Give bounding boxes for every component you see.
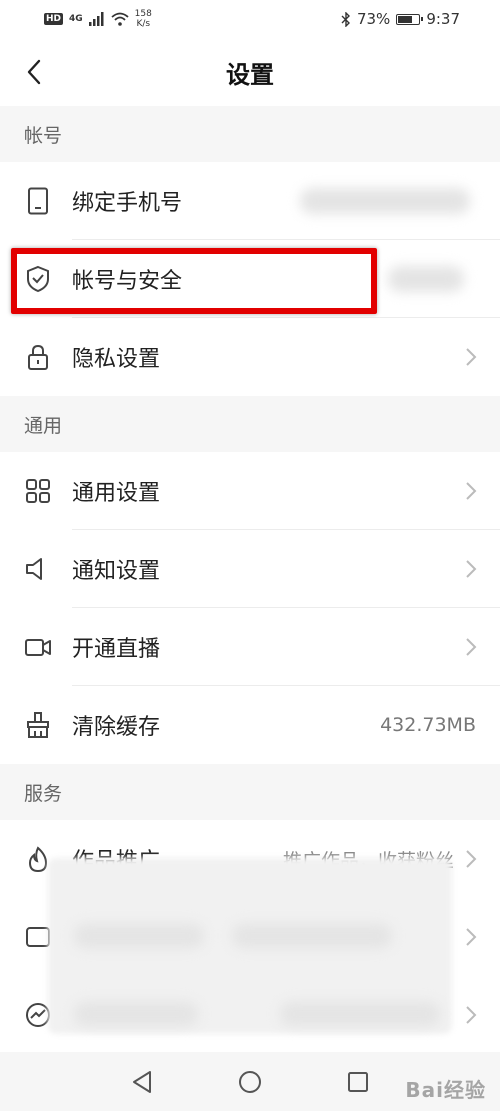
row-label: 通用设置 <box>72 481 161 506</box>
blurred-phone-number <box>300 188 470 214</box>
settings-row-privacy[interactable]: 隐私设置 <box>0 318 500 396</box>
triangle-back-icon <box>133 1070 151 1093</box>
back-button[interactable] <box>14 52 54 92</box>
title-bar: 设置 <box>0 38 500 106</box>
highlight-box <box>11 248 377 314</box>
watermark: Bai经验 <box>405 1078 486 1102</box>
video-camera-icon <box>24 633 52 661</box>
row-label: 清除缓存 <box>72 715 161 740</box>
status-bar: HD 4G 158 K/s 73% 9:37 <box>0 0 500 38</box>
blurred-security-status <box>388 266 464 292</box>
row-label: 通知设置 <box>72 559 161 584</box>
chevron-left-icon <box>27 59 41 85</box>
lock-icon <box>24 343 52 371</box>
page-title: 设置 <box>226 60 274 89</box>
circle-home-icon <box>239 1070 261 1093</box>
status-left: HD 4G 158 K/s <box>44 9 152 29</box>
chevron-right-icon <box>466 348 477 366</box>
network-speed: 158 K/s <box>135 9 152 29</box>
battery-icon <box>396 13 424 25</box>
settings-row-clear-cache[interactable]: 清除缓存 432.73MB <box>0 686 500 764</box>
grid-icon <box>24 477 52 505</box>
row-label: 开通直播 <box>72 637 161 662</box>
wifi-icon <box>111 12 129 26</box>
chevron-right-icon <box>466 850 477 868</box>
phone-icon <box>24 187 52 215</box>
nav-home-button[interactable] <box>232 1064 268 1100</box>
chevron-right-icon <box>466 560 477 578</box>
battery-fill <box>398 15 413 23</box>
square-recents-icon <box>348 1071 368 1092</box>
clock: 9:37 <box>426 10 460 28</box>
hd-badge: HD <box>44 13 64 25</box>
blurred-text <box>280 1002 440 1026</box>
battery-percent: 73% <box>356 10 391 28</box>
signal-icon <box>88 12 104 26</box>
section-header-account: 帐号 <box>0 106 500 162</box>
settings-row-live-stream[interactable]: 开通直播 <box>0 608 500 686</box>
section-header-general: 通用 <box>0 396 500 452</box>
section-header-services: 服务 <box>0 764 500 820</box>
row-label: 绑定手机号 <box>72 191 183 216</box>
blurred-text <box>74 924 204 948</box>
network-type: 4G <box>69 14 83 24</box>
speed-unit: K/s <box>136 19 151 29</box>
nav-recents-button[interactable] <box>340 1064 376 1100</box>
blurred-text <box>232 924 392 948</box>
chevron-right-icon <box>466 638 477 656</box>
chevron-right-icon <box>466 928 477 946</box>
nav-back-button[interactable] <box>124 1064 160 1100</box>
settings-row-bind-phone[interactable]: 绑定手机号 <box>0 162 500 240</box>
speaker-icon <box>24 555 52 583</box>
brush-icon <box>24 711 52 739</box>
settings-row-notification[interactable]: 通知设置 <box>0 530 500 608</box>
row-label: 隐私设置 <box>72 347 161 372</box>
chevron-right-icon <box>466 482 477 500</box>
chevron-right-icon <box>466 1006 477 1024</box>
speed-value: 158 <box>134 9 152 19</box>
status-right: 73% 9:37 <box>341 10 460 28</box>
cache-size: 432.73MB <box>380 714 476 736</box>
blurred-text <box>74 1002 198 1026</box>
settings-row-general[interactable]: 通用设置 <box>0 452 500 530</box>
bluetooth-icon <box>341 11 350 27</box>
